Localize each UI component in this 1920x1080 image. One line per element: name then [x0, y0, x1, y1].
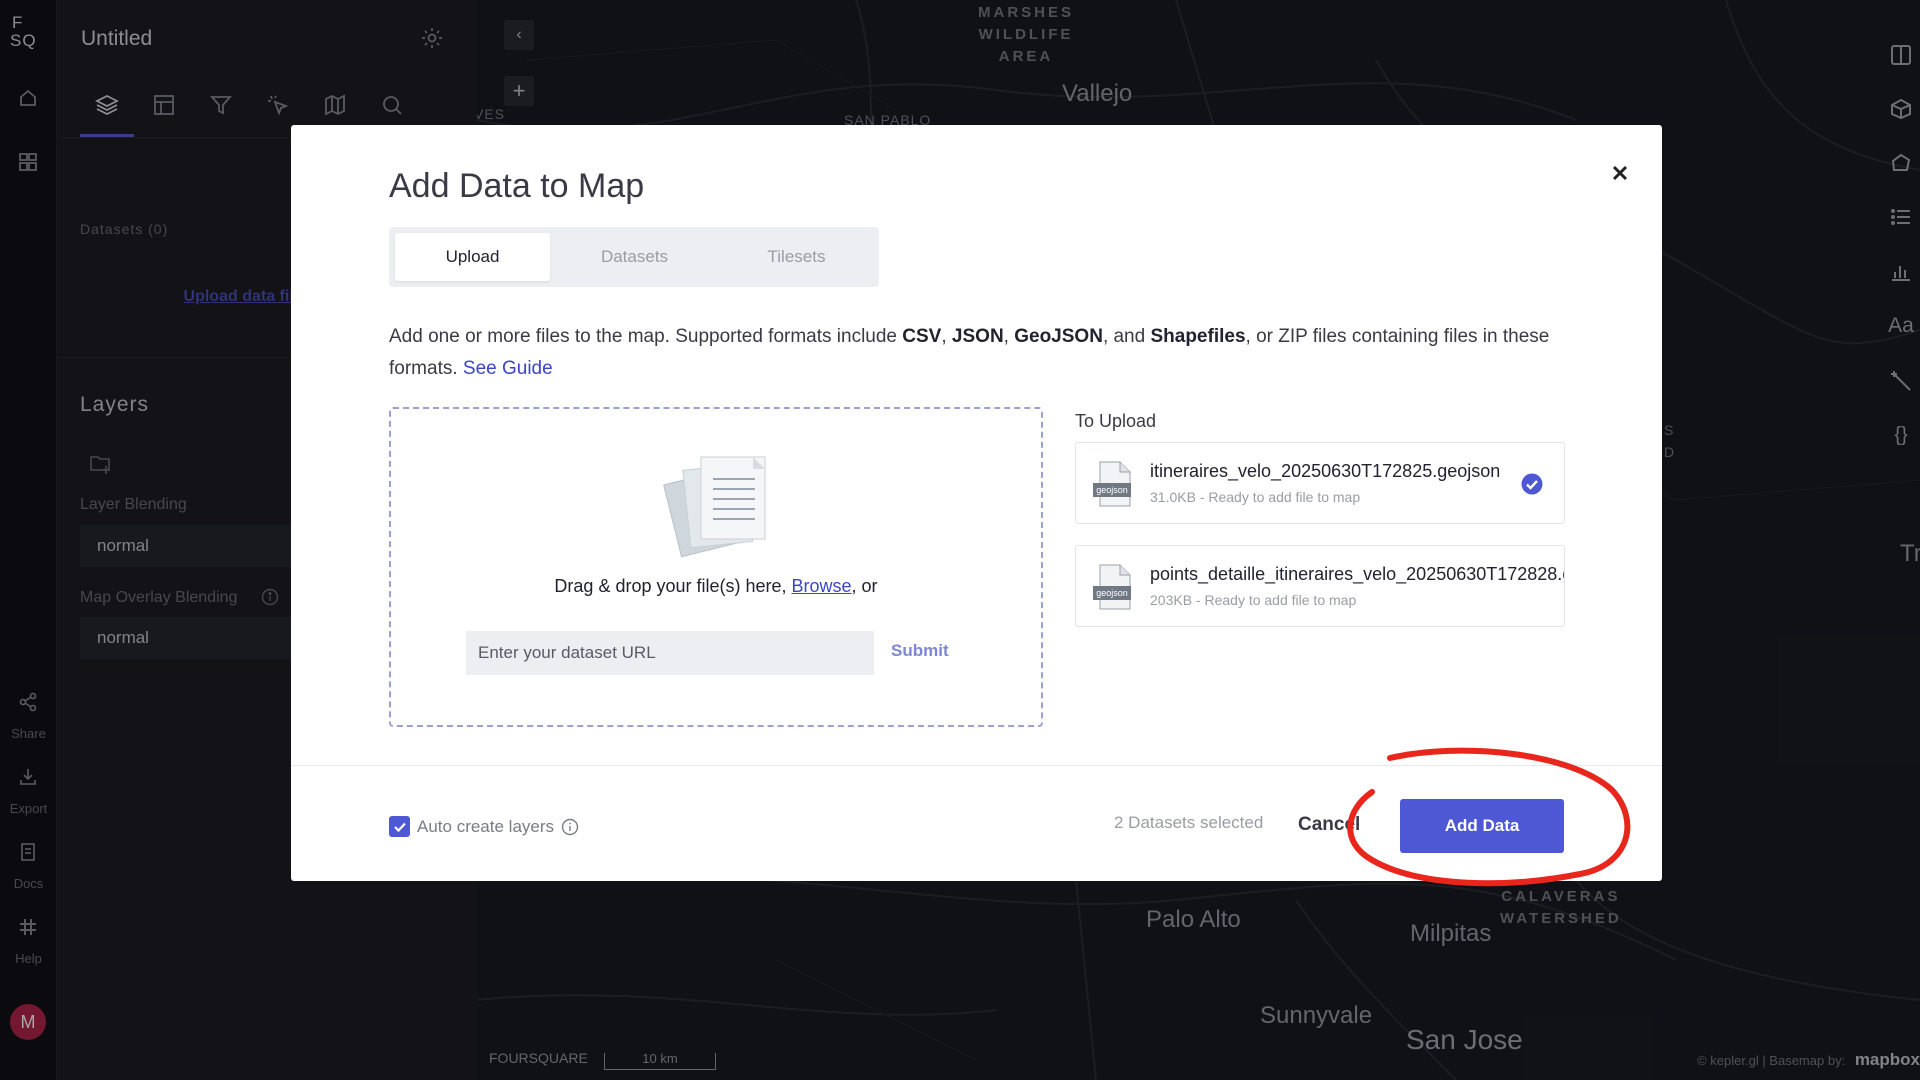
close-icon[interactable]: [1606, 159, 1634, 187]
add-data-modal: Add Data to Map Upload Datasets Tilesets…: [291, 125, 1662, 881]
divider: [291, 765, 1662, 766]
document-stack-icon: [663, 456, 766, 558]
file-dropzone[interactable]: Drag & drop your file(s) here, Browse, o…: [389, 407, 1043, 727]
submit-url-button[interactable]: Submit: [891, 641, 949, 661]
format-json: JSON: [951, 326, 1004, 347]
format-geojson: GeoJSON: [1014, 326, 1103, 347]
modal-tabs: Upload Datasets Tilesets: [389, 227, 879, 287]
to-upload-heading: To Upload: [1075, 411, 1157, 431]
tab-datasets[interactable]: Datasets: [557, 233, 712, 281]
format-csv: CSV: [902, 326, 942, 347]
auto-create-layers-option[interactable]: Auto create layers: [389, 816, 579, 837]
modal-title: Add Data to Map: [389, 167, 645, 205]
file-name: itineraires_velo_20250630T172825.geojson: [1150, 461, 1501, 481]
file-status: 31.0KB - Ready to add file to map: [1150, 489, 1361, 505]
dataset-url-input[interactable]: [466, 631, 874, 675]
auto-create-label: Auto create layers: [417, 816, 555, 836]
cancel-button[interactable]: Cancel: [1298, 814, 1360, 836]
selected-count: 2 Datasets selected: [1114, 813, 1264, 832]
geojson-file-icon: geojson: [1093, 564, 1131, 610]
file-status: 203KB - Ready to add file to map: [1150, 592, 1357, 608]
check-icon: [393, 822, 406, 832]
see-guide-link[interactable]: See Guide: [463, 358, 553, 379]
file-card[interactable]: geojson points_detaille_itineraires_velo…: [1075, 545, 1565, 627]
file-name: points_detaille_itineraires_velo_2025063…: [1150, 564, 1564, 584]
info-icon[interactable]: [561, 818, 579, 836]
file-card[interactable]: geojson itineraires_velo_20250630T172825…: [1075, 442, 1565, 524]
geojson-file-icon: geojson: [1093, 461, 1131, 507]
add-data-button[interactable]: Add Data: [1400, 799, 1564, 853]
upload-description: Add one or more files to the map. Suppor…: [389, 326, 1550, 379]
tab-upload[interactable]: Upload: [395, 233, 550, 281]
browse-link[interactable]: Browse: [792, 576, 852, 596]
tab-tilesets[interactable]: Tilesets: [719, 233, 874, 281]
svg-text:geojson: geojson: [1096, 485, 1128, 495]
format-shapefiles: Shapefiles: [1150, 326, 1246, 347]
auto-create-checkbox[interactable]: [389, 816, 410, 837]
svg-text:geojson: geojson: [1096, 588, 1128, 598]
check-circle-icon: [1521, 473, 1543, 495]
drop-instructions: Drag & drop your file(s) here, Browse, o…: [554, 576, 878, 596]
